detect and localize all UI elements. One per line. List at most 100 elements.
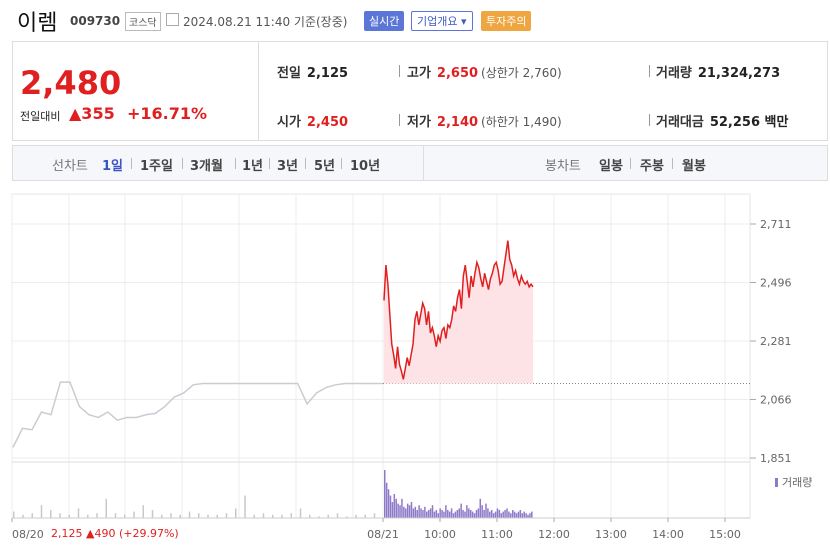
volume-bar-today: [431, 505, 434, 518]
volume-bar-today: [490, 510, 493, 518]
volume-bar-today: [429, 508, 432, 518]
x-tick-label: 10:00: [424, 528, 456, 541]
volume-bar-today: [433, 511, 436, 518]
prev-day-pct: (+29.97%): [118, 527, 179, 540]
volume-bar-today: [389, 495, 392, 518]
volume-bar-today: [437, 513, 439, 518]
volume-bar-today: [414, 506, 417, 518]
volume-bar-prev: [188, 511, 191, 518]
volume-bar-prev: [96, 513, 98, 518]
volume-bar-today: [473, 513, 476, 518]
volume-bar-today: [517, 511, 520, 518]
x-tick-label: 08/20: [12, 528, 44, 541]
volume-bar-today: [410, 502, 413, 518]
volume-bar-prev: [299, 508, 302, 518]
volume-bar-today: [418, 505, 420, 518]
x-tick-label: 14:00: [652, 528, 684, 541]
volume-bar-today: [479, 498, 482, 518]
volume-bar-today: [385, 482, 388, 518]
volume-bar-today: [489, 511, 491, 518]
volume-bar-prev: [142, 505, 144, 518]
volume-bar-today: [450, 508, 453, 518]
volume-bar-prev: [225, 513, 228, 518]
volume-bar-today: [399, 505, 401, 518]
x-tick-label: 15:00: [709, 528, 741, 541]
volume-bar-prev: [290, 513, 292, 518]
volume-bar-today: [464, 511, 466, 518]
x-tick-label: 11:00: [481, 528, 513, 541]
volume-bar-today: [405, 508, 407, 518]
x-tick-label: 08/21: [367, 528, 399, 541]
prev-day-change: ▲490: [86, 527, 116, 540]
volume-bar-today: [477, 508, 480, 518]
volume-bar-prev: [336, 513, 339, 518]
volume-bar-prev: [198, 513, 200, 518]
volume-bar-prev: [170, 513, 172, 518]
volume-bar-prev: [31, 513, 33, 518]
volume-legend-swatch: [775, 478, 778, 487]
volume-bar-today: [485, 503, 487, 518]
volume-bar-prev: [13, 511, 15, 518]
volume-bar-today: [384, 470, 386, 518]
volume-bar-today: [502, 511, 504, 518]
volume-bar-today: [435, 510, 438, 518]
volume-bar-today: [443, 511, 445, 518]
volume-bar-today: [447, 510, 449, 518]
volume-bar-prev: [244, 495, 246, 518]
y-tick-label: 2,711: [760, 218, 792, 231]
volume-bar-today: [521, 513, 524, 518]
x-tick-label: 12:00: [538, 528, 570, 541]
volume-bar-today: [406, 503, 409, 518]
volume-bar-today: [511, 510, 514, 518]
volume-bar-today: [454, 511, 457, 518]
volume-bar-prev: [114, 513, 117, 518]
volume-bar-today: [439, 508, 441, 518]
y-tick-label: 2,496: [760, 277, 792, 290]
volume-bar-today: [483, 510, 485, 518]
volume-bar-today: [452, 513, 455, 518]
volume-bar-today: [471, 511, 474, 518]
volume-bar-today: [460, 503, 462, 518]
volume-bar-prev: [235, 508, 237, 518]
volume-bar-prev: [133, 511, 135, 518]
volume-bar-today: [469, 510, 472, 518]
volume-bar-today: [387, 489, 390, 518]
volume-bar-today: [403, 506, 405, 518]
volume-bar-today: [498, 510, 501, 518]
volume-bar-today: [523, 511, 525, 518]
volume-bar-today: [508, 511, 510, 518]
volume-bar-today: [401, 498, 403, 518]
volume-bar-today: [448, 511, 451, 518]
chart-frame: [11, 193, 751, 519]
volume-bar-today: [441, 510, 443, 518]
volume-bar-prev: [262, 513, 265, 518]
volume-bar-today: [487, 508, 489, 518]
volume-bar-today: [466, 505, 468, 518]
volume-legend: 거래량: [782, 476, 812, 489]
volume-bars: [12, 470, 750, 519]
volume-bar-today: [500, 513, 503, 518]
volume-bar-today: [391, 502, 394, 518]
volume-bar-prev: [151, 510, 154, 518]
y-axis: 2,711 2,496 2,281 2,066 1,851: [750, 218, 792, 465]
volume-bar-today: [395, 498, 397, 518]
volume-bar-today: [519, 510, 522, 518]
volume-bar-today: [515, 513, 518, 518]
volume-bar-today: [420, 508, 422, 518]
chart-grid: [11, 193, 751, 519]
volume-bar-today: [416, 510, 418, 518]
y-tick-label: 2,066: [760, 394, 792, 407]
volume-bar-prev: [105, 498, 107, 518]
volume-bar-today: [427, 510, 430, 518]
x-tick-label: 13:00: [595, 528, 627, 541]
volume-bar-today: [525, 513, 527, 518]
volume-bar-today: [529, 513, 531, 518]
volume-bar-today: [408, 505, 411, 518]
volume-bar-prev: [40, 505, 43, 518]
volume-bar-today: [393, 494, 396, 518]
volume-bar-today: [475, 510, 478, 518]
volume-bar-today: [481, 505, 483, 518]
volume-bar-today: [531, 511, 533, 518]
volume-bar-today: [494, 511, 497, 518]
price-chart[interactable]: 2,711 2,496 2,281 2,066 1,851 08/20 08/21 10:0…: [0, 0, 830, 556]
